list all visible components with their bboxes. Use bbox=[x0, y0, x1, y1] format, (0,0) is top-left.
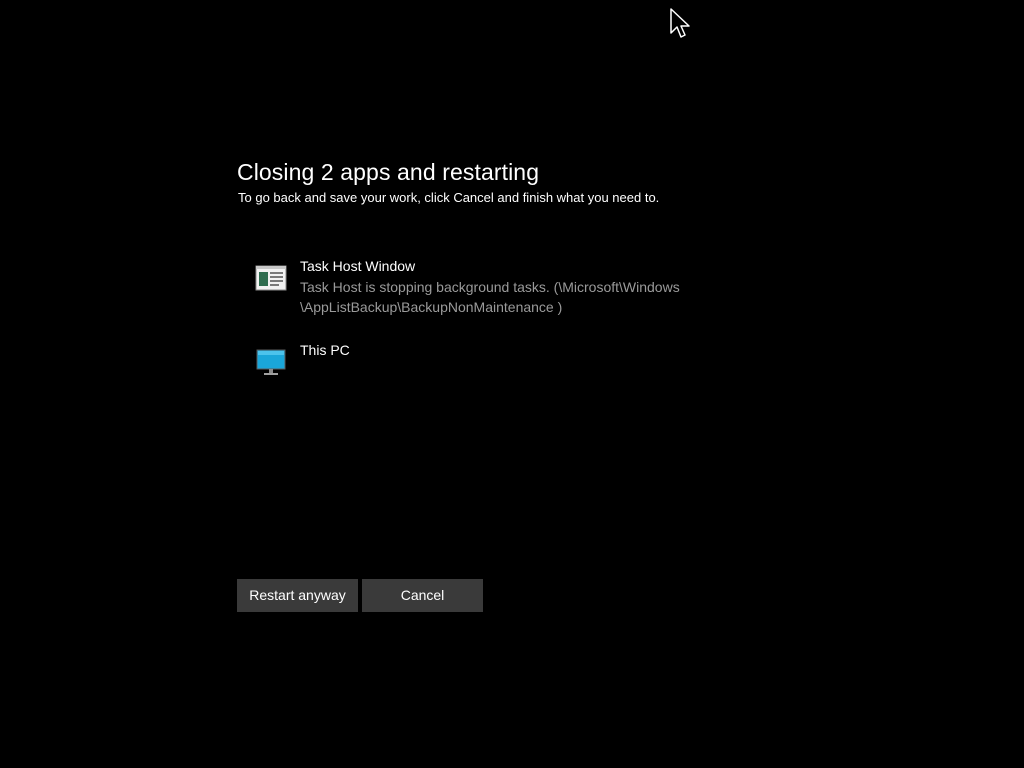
restart-anyway-button[interactable]: Restart anyway bbox=[237, 579, 358, 612]
monitor-icon bbox=[256, 349, 286, 375]
task-host-window-icon bbox=[255, 265, 287, 291]
mouse-cursor-icon bbox=[670, 8, 690, 38]
cancel-button[interactable]: Cancel bbox=[362, 579, 483, 612]
shutdown-screen: Closing 2 apps and restarting To go back… bbox=[0, 0, 1024, 768]
app-description: Task Host is stopping background tasks. … bbox=[300, 277, 740, 317]
app-name: Task Host Window bbox=[300, 258, 416, 274]
dialog-subtitle: To go back and save your work, click Can… bbox=[238, 190, 660, 205]
app-description-line-1: Task Host is stopping background tasks. … bbox=[300, 279, 680, 295]
app-description-line-2: \AppListBackup\BackupNonMaintenance ) bbox=[300, 299, 563, 315]
app-name: This PC bbox=[300, 342, 350, 358]
dialog-title: Closing 2 apps and restarting bbox=[237, 159, 540, 185]
